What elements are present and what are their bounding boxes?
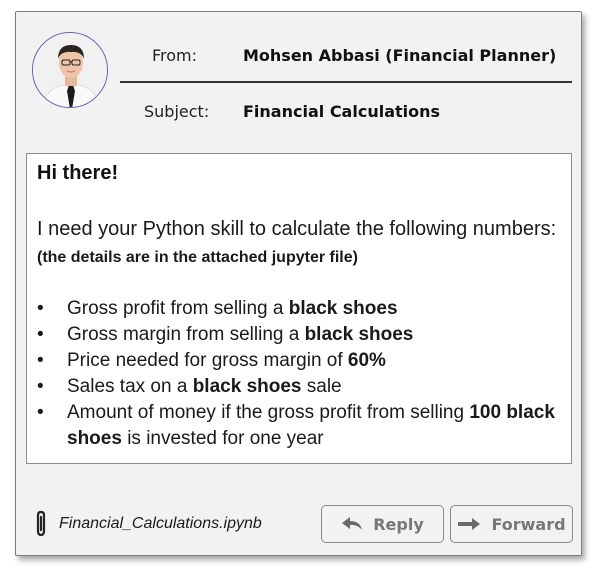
bullet-marker: • bbox=[37, 376, 44, 397]
list-item: • Sales tax on a black shoes sale bbox=[37, 374, 562, 400]
bullet-marker: • bbox=[37, 350, 44, 371]
item-emphasis: 60% bbox=[347, 350, 386, 371]
item-text: Price needed for gross margin of bbox=[67, 350, 348, 371]
attachment-filename[interactable]: Financial_Calculations.ipynb bbox=[59, 515, 262, 533]
list-item: • Gross profit from selling a black shoes bbox=[37, 296, 562, 322]
forward-arrow-icon bbox=[457, 517, 481, 531]
greeting: Hi there! bbox=[37, 162, 119, 184]
item-tail: sale bbox=[301, 376, 342, 397]
bullet-marker: • bbox=[37, 402, 44, 423]
list-item: • Price needed for gross margin of 60% bbox=[37, 348, 562, 374]
intro-sentence: I need your Python skill to calculate th… bbox=[37, 218, 557, 240]
item-emphasis: black shoes bbox=[304, 324, 414, 345]
item-text: Amount of money if the gross profit from… bbox=[67, 402, 470, 423]
list-item: • Gross margin from selling a black shoes bbox=[37, 322, 562, 348]
item-text: Gross margin from selling a bbox=[67, 324, 305, 345]
subject-value: Financial Calculations bbox=[243, 102, 441, 121]
message-body: Hi there! I need your Python skill to ca… bbox=[26, 153, 572, 464]
paperclip-icon bbox=[34, 510, 48, 538]
item-text: Gross profit from selling a bbox=[67, 298, 289, 319]
intro-note: (the details are in the attached jupyter… bbox=[37, 249, 358, 266]
item-emphasis: black shoes bbox=[288, 298, 398, 319]
bullet-marker: • bbox=[37, 324, 44, 345]
item-emphasis: black shoes bbox=[192, 376, 302, 397]
reply-arrow-icon bbox=[341, 516, 363, 532]
request-list: • Gross profit from selling a black shoes… bbox=[37, 296, 562, 452]
intro-text: I need your Python skill to calculate th… bbox=[37, 216, 557, 271]
forward-label: Forward bbox=[491, 514, 566, 534]
sender-name: Mohsen Abbasi (Financial Planner) bbox=[243, 46, 557, 65]
from-label: From: bbox=[152, 46, 198, 65]
sender-avatar bbox=[32, 32, 108, 108]
header-divider bbox=[120, 81, 572, 83]
forward-button[interactable]: Forward bbox=[450, 505, 573, 543]
item-tail: is invested for one year bbox=[121, 428, 324, 449]
list-item: • Amount of money if the gross profit fro… bbox=[37, 400, 562, 452]
subject-label: Subject: bbox=[144, 102, 210, 121]
reply-button[interactable]: Reply bbox=[321, 505, 444, 543]
bullet-marker: • bbox=[37, 298, 44, 319]
item-text: Sales tax on a bbox=[67, 376, 193, 397]
reply-label: Reply bbox=[373, 514, 424, 534]
